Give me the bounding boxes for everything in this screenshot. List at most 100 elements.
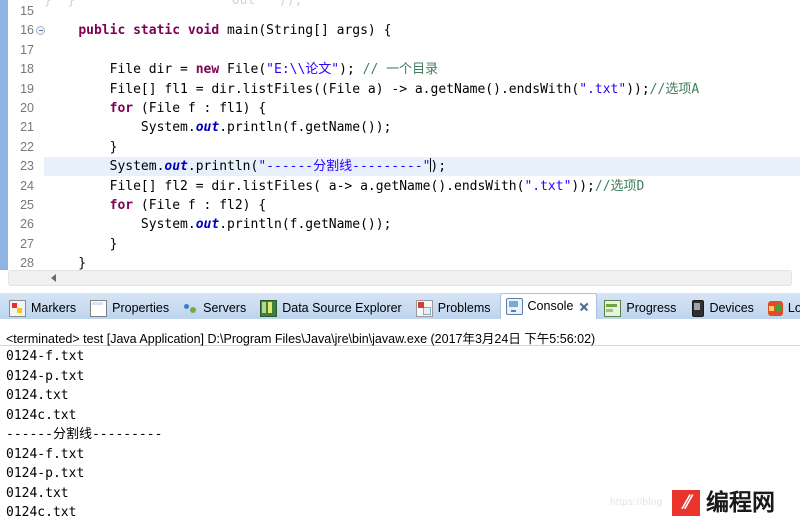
code-line[interactable]: 23 System.out.println("------分割线--------… <box>0 157 800 176</box>
code-line-text: for (File f : fl2) { <box>47 196 267 215</box>
code-token-plain: System. <box>47 217 196 233</box>
progress-icon <box>604 299 622 317</box>
code-token-plain: (File f : fl1) { <box>133 101 267 116</box>
code-line-text: System.out.println(f.getName()); <box>47 215 391 234</box>
console-header: <terminated> test [Java Application] D:\… <box>0 319 800 346</box>
eclipse-ide-window: } } out ")); 15 16 public static void mai… <box>0 0 800 522</box>
code-token-plain: .println( <box>187 159 259 175</box>
console-icon <box>505 298 523 315</box>
code-line[interactable]: 16 public static void main(String[] args… <box>0 21 800 40</box>
line-number: 15 <box>20 4 34 18</box>
code-token-str: ".txt" <box>524 178 572 194</box>
code-token-plain: System. <box>47 159 165 175</box>
line-number: 24 <box>20 178 34 193</box>
line-number: 28 <box>20 256 34 270</box>
line-number: 22 <box>20 139 34 154</box>
code-line-text: System.out.println(f.getName()); <box>47 118 391 137</box>
code-token-plain: main(String[] args) { <box>219 23 392 39</box>
console-output-line: 0124.txt <box>6 388 69 403</box>
code-line[interactable]: 28 } <box>0 254 800 270</box>
code-token-plain: } <box>47 236 118 252</box>
code-line[interactable]: 25 for (File f : fl2) { <box>0 196 800 215</box>
tab-label: Console <box>527 299 574 313</box>
code-line-text: } <box>47 254 86 270</box>
code-token-str: "E:\\论文" <box>266 62 340 78</box>
code-token-plain: } <box>47 256 87 270</box>
tab-console[interactable]: Console <box>499 293 598 320</box>
tab-label: Problems <box>437 300 491 315</box>
code-line-text: for (File f : fl1) { <box>47 99 267 118</box>
tab-devices[interactable]: Devices <box>685 296 760 320</box>
code-line[interactable]: 22 } <box>0 138 800 157</box>
code-token-kw: for <box>109 101 134 116</box>
code-line[interactable]: 26 System.out.println(f.getName()); <box>0 215 800 234</box>
logcat-icon <box>767 300 783 316</box>
code-line-text: } <box>47 235 118 254</box>
code-token-plain: File[] fl2 = dir.listFiles( a-> a.getNam… <box>47 178 525 194</box>
code-token-plain: ); <box>430 159 447 175</box>
tab-label: Markers <box>31 300 77 315</box>
line-number: 23 <box>20 159 34 174</box>
line-number: 19 <box>20 81 34 96</box>
tab-label: LogCat <box>787 300 800 315</box>
line-number: 26 <box>20 217 34 232</box>
line-number: 17 <box>20 42 34 57</box>
code-token-cmt: //选项A <box>649 81 700 97</box>
tab-problems[interactable]: Problems <box>411 296 498 320</box>
code-line[interactable]: 18 File dir = new File("E:\\论文"); // 一个目… <box>0 60 800 79</box>
markers-icon <box>9 299 26 317</box>
code-token-plain: )); <box>571 178 595 194</box>
code-token-plain: System. <box>47 120 196 136</box>
code-token-kw: public <box>78 23 126 39</box>
code-line-text: File dir = new File("E:\\论文"); // 一个目录 <box>47 60 439 79</box>
code-token-plain: (File f : fl2) { <box>133 198 267 213</box>
line-number: 27 <box>20 236 34 251</box>
line-number: 21 <box>20 120 34 135</box>
code-token-fld: out <box>195 120 220 136</box>
code-line[interactable]: 27 } <box>0 235 800 254</box>
editor-horizontal-scrollbar[interactable] <box>8 270 792 286</box>
code-token-plain: } <box>47 139 118 155</box>
tab-servers[interactable]: Servers <box>178 296 253 320</box>
tab-properties[interactable]: Properties <box>85 296 176 320</box>
code-line[interactable]: 19 File[] fl1 = dir.listFiles((File a) -… <box>0 80 800 99</box>
properties-icon <box>90 299 108 317</box>
devices-icon <box>692 299 705 317</box>
watermark-badge-icon: ⫽ <box>672 490 700 516</box>
code-fold-toggle-icon[interactable] <box>36 26 45 36</box>
code-token-cmt: //选项D <box>594 178 645 194</box>
servers-icon <box>183 301 198 316</box>
tab-logcat[interactable]: LogCat <box>763 296 800 320</box>
code-line[interactable]: 20 for (File f : fl1) { <box>0 99 800 118</box>
line-number: 16 <box>20 23 34 38</box>
console-output-line: 0124-f.txt <box>6 446 85 462</box>
code-line-text: } <box>47 138 118 157</box>
code-token-fld: out <box>195 217 220 233</box>
watermark-brand-text: 编程网 <box>706 490 775 516</box>
close-icon[interactable] <box>579 302 589 312</box>
line-number: 20 <box>20 101 34 115</box>
code-line[interactable]: 17 <box>0 41 800 60</box>
code-token-plain: )); <box>626 81 650 97</box>
console-output-line: 0124c.txt <box>6 407 77 423</box>
code-token-plain: File dir = <box>47 62 196 78</box>
code-line[interactable]: 21 System.out.println(f.getName()); <box>0 118 800 137</box>
tab-progress[interactable]: Progress <box>599 296 683 320</box>
database-icon <box>260 299 278 317</box>
watermark-logo: ⫽ 编程网 <box>672 489 775 517</box>
code-line-text: File[] fl2 = dir.listFiles( a-> a.getNam… <box>47 177 645 196</box>
tab-data-source-explorer[interactable]: Data Source Explorer <box>255 296 409 320</box>
code-token-cmt: // 一个目录 <box>362 62 439 78</box>
view-tabs: Markers Properties Servers Data Source Expl… <box>4 293 800 320</box>
code-token-str: "------分割线---------" <box>258 159 431 175</box>
code-editor[interactable]: } } out ")); 15 16 public static void mai… <box>0 0 800 270</box>
code-token-plain: .println(f.getName()); <box>219 120 392 136</box>
code-line[interactable]: 15 <box>0 2 800 21</box>
scroll-left-arrow-icon[interactable] <box>51 274 56 282</box>
tab-markers[interactable]: Markers <box>4 296 83 320</box>
console-output-line: 0124-f.txt <box>6 349 85 364</box>
code-line[interactable]: 24 File[] fl2 = dir.listFiles( a-> a.get… <box>0 177 800 196</box>
console-output-line: 0124-p.txt <box>6 368 85 384</box>
